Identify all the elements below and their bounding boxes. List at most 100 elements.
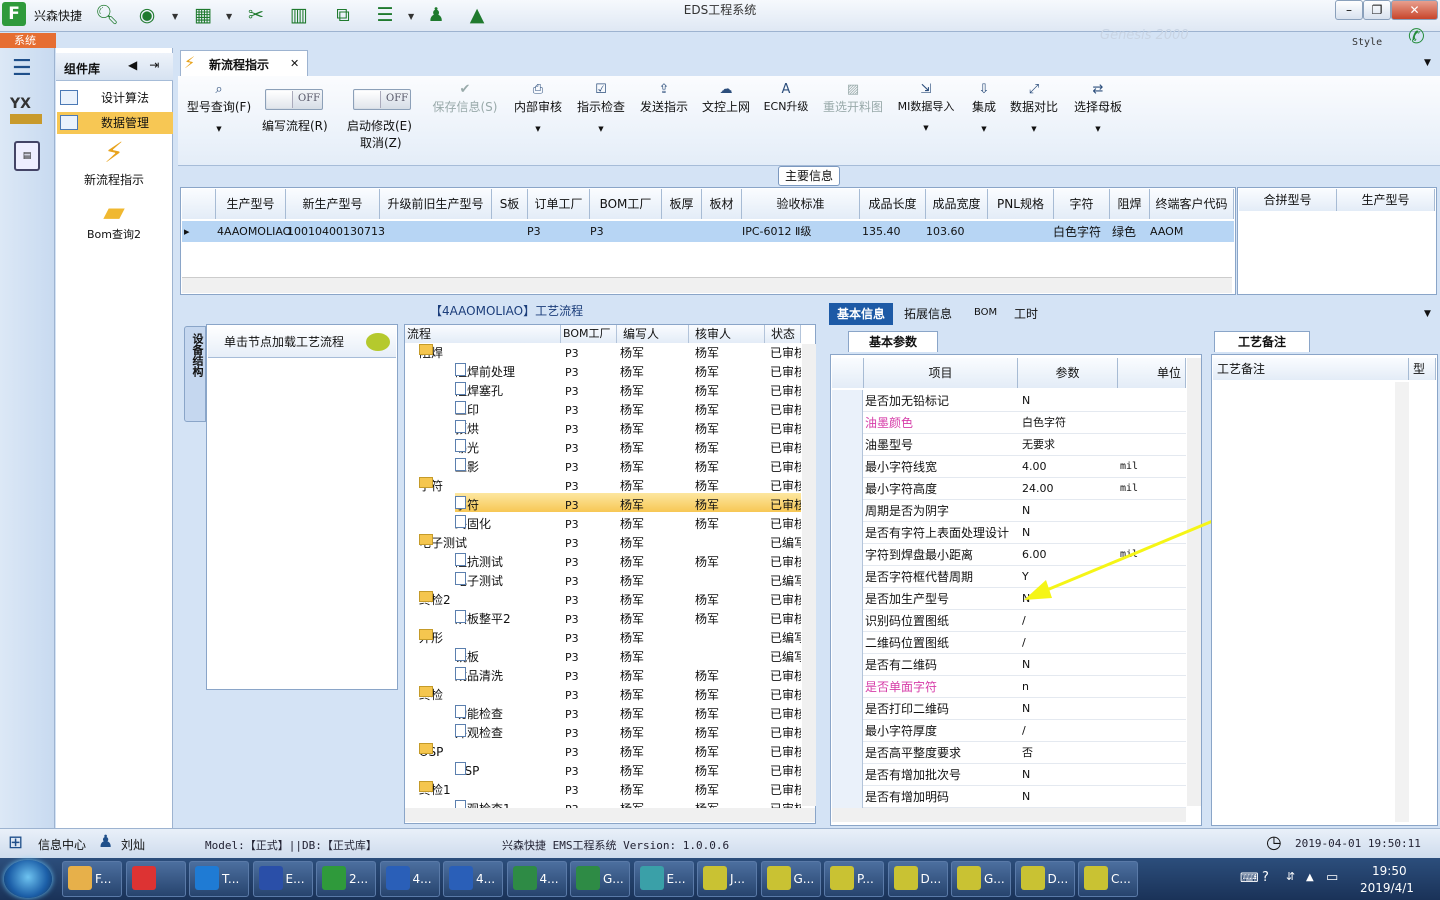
col-header[interactable]: 编写人 [617, 325, 689, 343]
edit-flow-toggle[interactable]: OFF [265, 89, 323, 110]
tree-row[interactable]: −外形 P3 杨军 已编写 [405, 629, 801, 648]
tree-row[interactable]: 字符 P3 杨军 杨军 已审核 [405, 496, 801, 515]
tree-row[interactable]: −电子测试 P3 杨军 已编写 [405, 534, 801, 553]
yx-module-icon[interactable]: YX [10, 96, 42, 128]
tree-node[interactable]: 成品清洗 [455, 667, 503, 686]
col-header[interactable]: 新生产型号 [286, 189, 380, 219]
tree-node[interactable]: −阻焊 [419, 344, 443, 363]
tree-node[interactable]: −终检 [419, 686, 443, 705]
tree-row[interactable]: OSP P3 杨军 杨军 已审核 [405, 762, 801, 781]
tree-node[interactable]: 功能检查 [455, 705, 503, 724]
col-header[interactable]: 字符 [1054, 189, 1110, 219]
tree-node[interactable]: −外形 [419, 629, 443, 648]
table-cell[interactable]: AAOM [1150, 222, 1183, 242]
taskbar-app-button[interactable] [125, 861, 186, 897]
col-header[interactable]: 生产型号 [216, 189, 286, 219]
send-instruction-button[interactable]: ⇪ 发送指示 [638, 82, 690, 115]
mi-import-button[interactable]: ⇲ MI数据导入 ▼ [894, 82, 958, 132]
param-row[interactable]: 二维码位置图纸 / [832, 632, 1186, 654]
ecn-upgrade-button[interactable]: A ECN升级 [762, 82, 810, 114]
tree-row[interactable]: 显影 P3 杨军 杨军 已审核 [405, 458, 801, 477]
col-header[interactable]: 订单工厂 [528, 189, 590, 219]
tree-row[interactable]: −终检2 P3 杨军 杨军 已审核 [405, 591, 801, 610]
taskbar-date[interactable]: 2019/4/1 [1360, 881, 1414, 895]
param-value[interactable]: 24.00 [1020, 478, 1118, 499]
param-value[interactable]: N [1020, 654, 1118, 675]
param-value[interactable]: / [1020, 610, 1118, 631]
param-row[interactable]: 最小字符线宽 4.00 mil [832, 456, 1186, 478]
system-tab[interactable]: 系统 [0, 33, 56, 48]
col-header[interactable]: 状态 [765, 325, 801, 343]
taskbar-app-button[interactable]: C... [1078, 861, 1138, 897]
maximize-button[interactable]: ❐ [1363, 0, 1391, 20]
taskbar-app-button[interactable]: E... [252, 861, 313, 897]
param-row[interactable]: 油墨颜色 白色字符 [832, 412, 1186, 434]
tree-node[interactable]: 终固化 [455, 515, 491, 534]
tree-node[interactable]: −OSP [419, 743, 443, 762]
table-cell[interactable]: 103.60 [926, 222, 965, 242]
tree-node[interactable]: −终检2 [419, 591, 451, 610]
instruction-check-button[interactable]: ☑ 指示检查 ▼ [575, 82, 627, 133]
col-header[interactable]: 核审人 [689, 325, 765, 343]
col-header[interactable]: 单位 [1118, 358, 1186, 388]
param-row[interactable]: 是否单面字符 n [832, 676, 1186, 698]
data-compare-button[interactable]: ⤢ 数据对比 ▼ [1008, 82, 1060, 133]
taskbar-app-button[interactable]: E... [633, 861, 694, 897]
param-value[interactable]: 4.00 [1020, 456, 1118, 477]
tree-node[interactable]: 显影 [455, 458, 479, 477]
info-center-link[interactable]: 信息中心 [38, 836, 86, 853]
cancel-button[interactable]: 取消(Z) [360, 134, 402, 151]
tab-basic-params[interactable]: 基本参数 [848, 331, 938, 352]
tree-node[interactable]: 阻焊前处理 [455, 363, 515, 382]
tree-node[interactable]: 阻焊塞孔 [455, 382, 503, 401]
param-row[interactable]: 是否有增加明码 N [832, 786, 1186, 808]
tree-row[interactable]: 烘板整平2 P3 杨军 杨军 已审核 [405, 610, 801, 629]
param-row[interactable]: 油墨型号 无要求 [832, 434, 1186, 456]
tree-row[interactable]: −OSP P3 杨军 杨军 已审核 [405, 743, 801, 762]
reselect-material-button[interactable]: ▨ 重选开料图 [820, 82, 886, 115]
tab-list-dropdown-icon[interactable]: ▼ [1424, 58, 1431, 68]
tree-row[interactable]: 预烘 P3 杨军 杨军 已审核 [405, 420, 801, 439]
param-row[interactable]: 识别码位置图纸 / [832, 610, 1186, 632]
tree-row[interactable]: 阻焊塞孔 P3 杨军 杨军 已审核 [405, 382, 801, 401]
tree-row[interactable]: 丝印 P3 杨军 杨军 已审核 [405, 401, 801, 420]
param-value[interactable]: N [1020, 764, 1118, 785]
tree-node[interactable]: 丝印 [455, 401, 479, 420]
param-value[interactable]: N [1020, 390, 1118, 411]
col-header[interactable]: 项目 [864, 358, 1018, 388]
table-cell[interactable]: IPC-6012 Ⅱ级 [742, 222, 811, 242]
tree-node[interactable]: −字符 [419, 477, 443, 496]
tree-node[interactable]: −终检1 [419, 781, 451, 800]
taskbar-app-button[interactable]: P... [824, 861, 884, 897]
col-header[interactable]: 型 [1409, 358, 1436, 380]
param-row[interactable]: 最小字符厚度 / [832, 720, 1186, 742]
tree-node[interactable]: 曝光 [455, 439, 479, 458]
col-header[interactable]: 阻焊 [1110, 189, 1150, 219]
table-cell[interactable]: 135.40 [862, 222, 901, 242]
tree-row[interactable]: 阻焊前处理 P3 杨军 杨军 已审核 [405, 363, 801, 382]
menu-icon[interactable]: ☰ [12, 56, 38, 81]
tree-row[interactable]: 功能检查 P3 杨军 杨军 已审核 [405, 705, 801, 724]
equipment-structure-tab[interactable]: 设备结构 [184, 326, 206, 422]
col-header[interactable]: 成品长度 [860, 189, 926, 219]
lightning-icon[interactable]: ⚡ [96, 136, 132, 169]
col-header[interactable]: 合拼型号 [1239, 189, 1337, 211]
col-header[interactable]: S板 [492, 189, 528, 219]
internal-review-button[interactable]: ⎙ 内部审核 ▼ [512, 82, 564, 133]
save-info-button[interactable]: ✔ 保存信息(S) [430, 82, 500, 115]
style-menu[interactable]: Style [1352, 37, 1382, 48]
table-cell[interactable]: 4AAOMOLIAO [217, 222, 291, 242]
param-row[interactable]: 是否加无铅标记 N [832, 390, 1186, 412]
tree-row[interactable]: −阻焊 P3 杨军 杨军 已审核 [405, 344, 801, 363]
tree-row[interactable]: −字符 P3 杨军 杨军 已审核 [405, 477, 801, 496]
start-button[interactable] [4, 860, 52, 898]
table-cell[interactable]: 10010400130713 [287, 222, 385, 242]
new-flow-instruction-link[interactable]: 新流程指示 [60, 171, 168, 188]
select-mother-board-button[interactable]: ⇄ 选择母板 ▼ [1072, 82, 1124, 133]
col-header[interactable]: 成品宽度 [926, 189, 988, 219]
col-header[interactable]: PNL规格 [988, 189, 1054, 219]
taskbar-app-button[interactable]: 2... [316, 861, 376, 897]
col-header[interactable]: 终端客户代码 [1150, 189, 1234, 219]
tree-row[interactable]: 电子测试 P3 杨军 已编写 [405, 572, 801, 591]
folder-open-icon[interactable]: ▰ [96, 195, 132, 228]
